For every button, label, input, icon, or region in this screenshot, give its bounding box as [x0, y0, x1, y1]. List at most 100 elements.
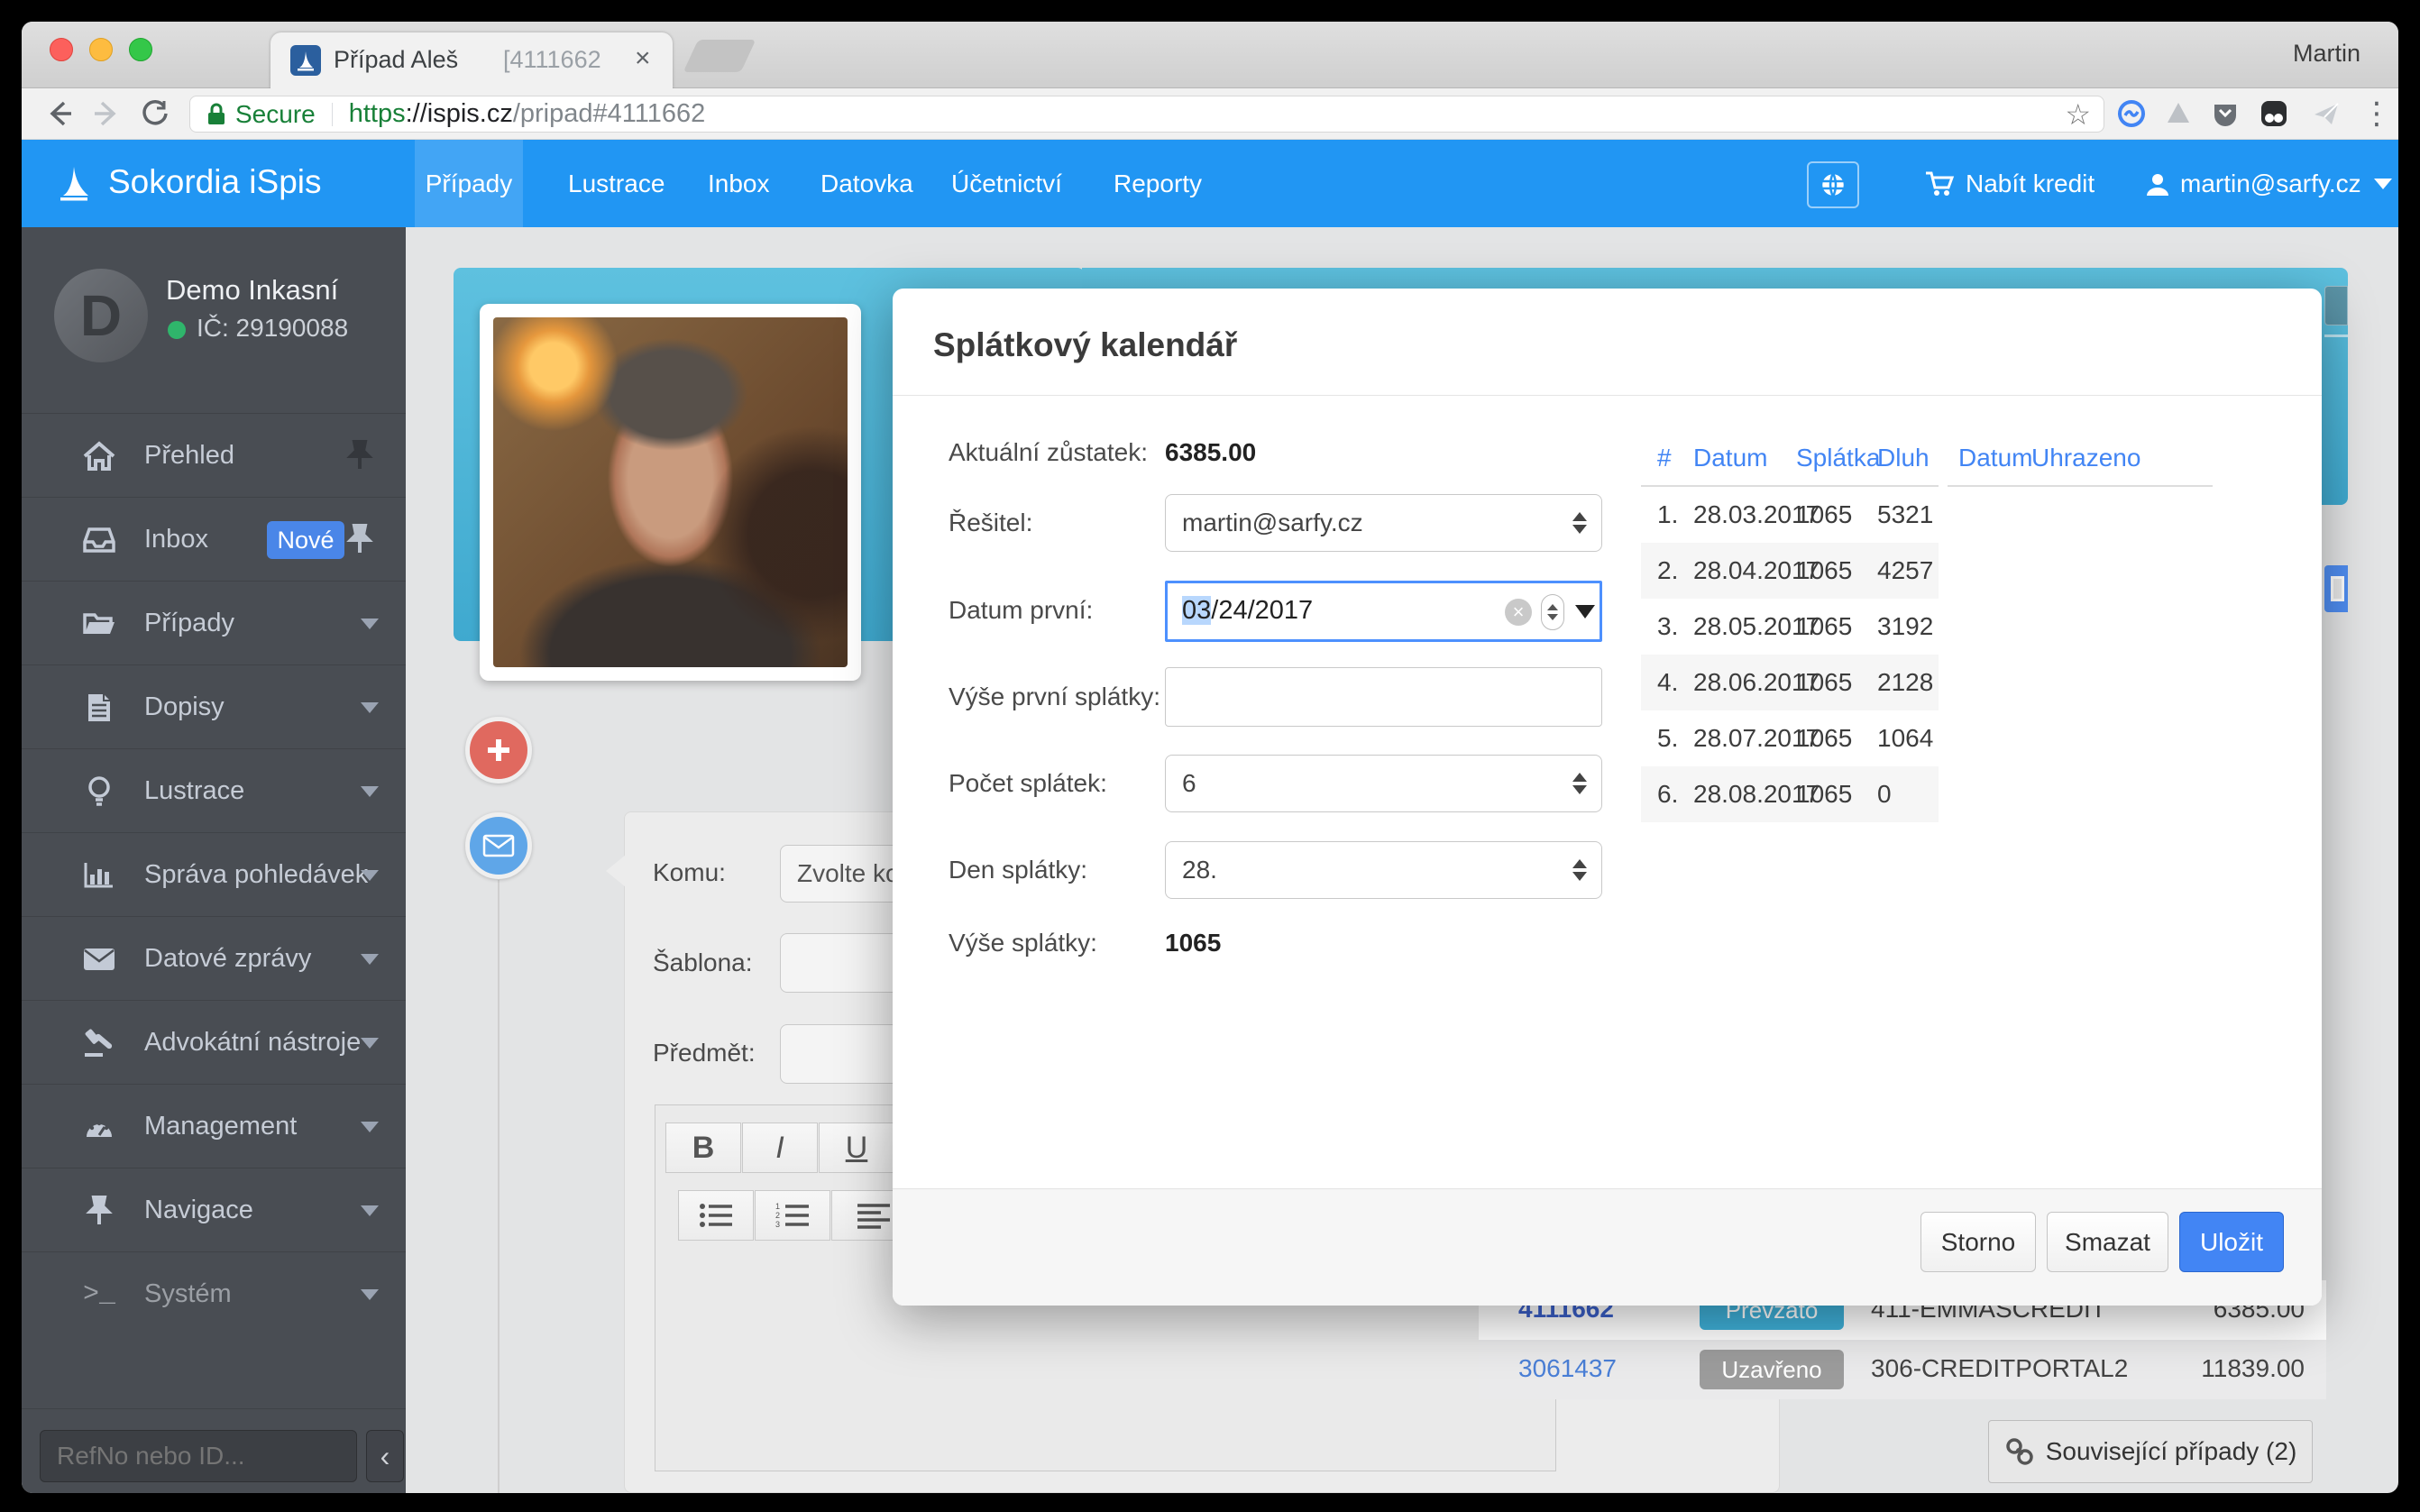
- payments-col-uhrazeno[interactable]: Uhrazeno: [2031, 444, 2140, 472]
- email-timeline-button[interactable]: [465, 812, 532, 879]
- first-date-input[interactable]: 03/24/2017 ×: [1165, 581, 1602, 642]
- align-left-icon: [856, 1202, 892, 1229]
- account-menu[interactable]: martin@sarfy.cz: [2135, 140, 2398, 227]
- nav-item-datovka[interactable]: Datovka: [811, 140, 922, 227]
- tab-close-icon[interactable]: ×: [635, 43, 651, 74]
- installments-count-select[interactable]: 6: [1165, 755, 1602, 812]
- nav-item-pripady[interactable]: Případy: [415, 140, 523, 227]
- schedule-col-splatka[interactable]: Splátka: [1796, 444, 1880, 472]
- schedule-row: 6.28.08.201710650: [1641, 766, 1939, 822]
- pin-icon[interactable]: [346, 523, 373, 555]
- date-selected-segment: 03: [1182, 596, 1211, 625]
- delete-button[interactable]: Smazat: [2047, 1212, 2168, 1272]
- extension-drive-icon[interactable]: [2160, 96, 2196, 132]
- cart-icon: [1924, 170, 1955, 198]
- schedule-row: 2.28.04.201710654257: [1641, 543, 1939, 599]
- editor-italic-button[interactable]: I: [742, 1123, 818, 1173]
- refresh-button[interactable]: [137, 96, 173, 132]
- select-arrows-icon: [1572, 859, 1587, 881]
- sidebar-item-advokatni-nastroje[interactable]: Advokátní nástroje: [22, 1000, 406, 1084]
- sidebar-collapse-button[interactable]: ‹: [366, 1430, 404, 1482]
- installment-day-select[interactable]: 28.: [1165, 841, 1602, 899]
- sidebar-item-datove-zpravy[interactable]: Datové zprávy: [22, 916, 406, 1000]
- extension-telegram-icon[interactable]: [2308, 96, 2344, 132]
- status-dot: [168, 321, 186, 339]
- case-id-link[interactable]: 3061437: [1518, 1354, 1617, 1383]
- save-button[interactable]: Uložit: [2179, 1212, 2284, 1272]
- forward-button[interactable]: [88, 96, 124, 132]
- nav-item-reporty[interactable]: Reporty: [1105, 140, 1211, 227]
- chevron-down-icon: [361, 954, 379, 965]
- address-bar[interactable]: Secure https ://ispis.cz /pripad#4111662…: [189, 96, 2104, 133]
- first-amount-input[interactable]: [1165, 667, 1602, 727]
- chevron-down-icon: [361, 702, 379, 713]
- sidebar-item-management[interactable]: Management: [22, 1084, 406, 1168]
- gauge-icon: [78, 1085, 121, 1168]
- compose-subject-label: Předmět:: [653, 1039, 756, 1068]
- sidebar-item-pripady[interactable]: Případy: [22, 581, 406, 664]
- sidebar-item-dopisy[interactable]: Dopisy: [22, 664, 406, 748]
- nav-item-inbox[interactable]: Inbox: [699, 140, 779, 227]
- schedule-col-datum[interactable]: Datum: [1693, 444, 1767, 472]
- chevron-down-icon: [2374, 179, 2392, 189]
- payments-col-datum[interactable]: Datum: [1958, 444, 2032, 472]
- date-rest-segment: /24/2017: [1211, 596, 1313, 625]
- pin-icon[interactable]: [346, 439, 373, 472]
- editor-bold-button[interactable]: B: [665, 1123, 741, 1173]
- brand-name[interactable]: Sokordia iSpis: [108, 163, 322, 201]
- datepicker-dropdown-icon[interactable]: [1575, 605, 1595, 619]
- case-row[interactable]: 3061437 Uzavřeno 306-CREDITPORTAL2 11839…: [1479, 1340, 2326, 1399]
- schedule-col-dluh[interactable]: Dluh: [1877, 444, 1930, 472]
- button-glyph: [2331, 576, 2344, 601]
- browser-menu-icon[interactable]: ⋮: [2359, 96, 2395, 132]
- browser-profile-name[interactable]: Martin: [2293, 40, 2360, 68]
- url-host: ://ispis.cz: [406, 99, 513, 129]
- browser-tab[interactable]: Případ Aleš [4111662 ×: [270, 32, 673, 88]
- cancel-button[interactable]: Storno: [1920, 1212, 2036, 1272]
- sidebar-item-lustrace[interactable]: Lustrace: [22, 748, 406, 832]
- inbox-new-badge: Nové: [267, 521, 344, 559]
- related-cases-button[interactable]: Související případy (2): [1988, 1420, 2313, 1483]
- main-content: Komu: Zvolte komu Šablona: Předmět: B I …: [406, 227, 2398, 1493]
- clear-date-icon[interactable]: ×: [1505, 599, 1532, 626]
- brand-logo-icon[interactable]: [50, 160, 97, 206]
- sidebar-item-system[interactable]: >_ Systém: [22, 1251, 406, 1335]
- add-record-button[interactable]: [465, 717, 532, 783]
- case-amount: 11839.00: [2201, 1354, 2305, 1383]
- tab-favicon-icon: [290, 45, 321, 76]
- sidebar-item-prehled[interactable]: Přehled: [22, 413, 406, 497]
- sidebar-item-sprava-pohledavek[interactable]: Správa pohledávek: [22, 832, 406, 916]
- extension-pocket-icon[interactable]: [2207, 96, 2243, 132]
- sidebar-item-inbox[interactable]: Inbox Nové: [22, 497, 406, 581]
- credit-topup-button[interactable]: Nabít kredit: [1915, 140, 2104, 227]
- bookmark-star-icon[interactable]: ☆: [2065, 97, 2091, 132]
- minimize-window-button[interactable]: [89, 38, 113, 61]
- extension-sync-icon[interactable]: [2113, 96, 2150, 132]
- solver-select[interactable]: martin@sarfy.cz: [1165, 494, 1602, 552]
- refno-search-input[interactable]: [40, 1430, 357, 1482]
- org-name: Demo Inkasní: [166, 274, 338, 307]
- org-avatar: D: [54, 269, 148, 362]
- inbox-icon: [78, 498, 121, 582]
- editor-numbered-list-button[interactable]: 123: [755, 1190, 830, 1241]
- browser-window: Případ Aleš [4111662 × Martin Secure htt…: [22, 22, 2398, 1493]
- schedule-row: 3.28.05.201710653192: [1641, 599, 1939, 655]
- close-window-button[interactable]: [50, 38, 73, 61]
- case-header-divider: [2324, 334, 2348, 337]
- editor-bullet-list-button[interactable]: [678, 1190, 754, 1241]
- nav-item-lustrace[interactable]: Lustrace: [559, 140, 674, 227]
- sidebar-item-navigace[interactable]: Navigace: [22, 1168, 406, 1251]
- debtor-photo-card[interactable]: [480, 304, 861, 681]
- nav-item-ucetnictvi[interactable]: Účetnictví: [942, 140, 1071, 227]
- maximize-window-button[interactable]: [129, 38, 152, 61]
- date-stepper[interactable]: [1541, 594, 1564, 630]
- case-header-action-button[interactable]: [2324, 286, 2348, 325]
- editor-underline-button[interactable]: U: [819, 1123, 894, 1173]
- back-button[interactable]: [41, 96, 78, 132]
- background-primary-button-sliver[interactable]: [2324, 565, 2348, 612]
- new-tab-button[interactable]: [683, 40, 756, 72]
- case-status-badge: Uzavřeno: [1700, 1350, 1844, 1389]
- language-globe-button[interactable]: [1807, 161, 1859, 208]
- app-navbar: Sokordia iSpis Případy Lustrace Inbox Da…: [22, 140, 2398, 227]
- extension-lookers-icon[interactable]: [2256, 96, 2292, 132]
